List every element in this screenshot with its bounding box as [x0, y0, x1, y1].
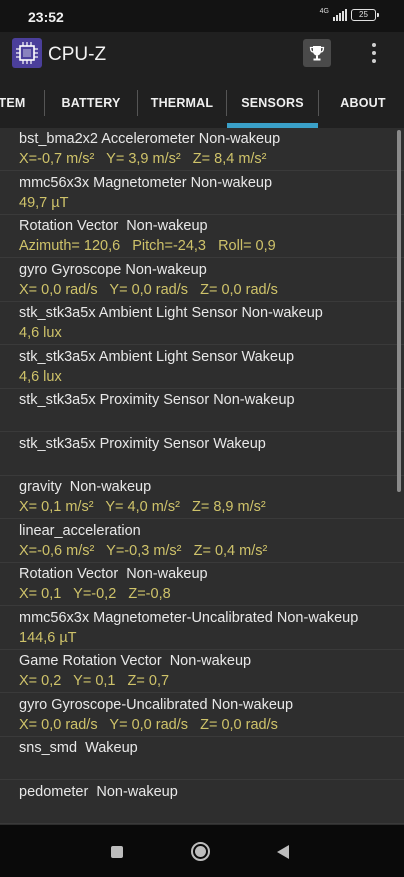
sensor-name: Rotation Vector Non-wakeup	[19, 566, 208, 582]
sensor-name: gravity Non-wakeup	[19, 479, 152, 495]
sensor-item: gravity Non-wakeup X= 0,1 m/s² Y= 4,0 m/…	[0, 476, 404, 519]
status-bar: 23:52 4G 25	[0, 0, 404, 32]
status-icons: 4G 25	[319, 7, 379, 21]
app-bar: CPU-Z	[0, 32, 404, 78]
sensor-name: sns_smd Wakeup	[19, 740, 138, 756]
sensor-item: pedometer Non-wakeup	[0, 781, 404, 824]
sensor-item: bst_bma2x2 Accelerometer Non-wakeup X=-0…	[0, 128, 404, 171]
tab-thermal[interactable]: THERMAL	[138, 78, 226, 128]
sensor-value: X=-0,7 m/s² Y= 3,9 m/s² Z= 8,4 m/s²	[19, 151, 267, 167]
sensor-name: stk_stk3a5x Proximity Sensor Non-wakeup	[19, 392, 295, 408]
tab-bar: TEM BATTERY THERMAL SENSORS ABOUT	[0, 78, 404, 128]
sensor-item: Game Rotation Vector Non-wakeup X= 0,2 Y…	[0, 650, 404, 693]
tab-about[interactable]: ABOUT	[319, 78, 404, 128]
sensor-item: stk_stk3a5x Proximity Sensor Non-wakeup	[0, 389, 404, 432]
sensor-name: mmc56x3x Magnetometer-Uncalibrated Non-w…	[19, 609, 359, 626]
sensor-name: stk_stk3a5x Ambient Light Sensor Wakeup	[19, 348, 295, 365]
sensor-value: Azimuth= 120,6 Pitch=-24,3 Roll= 0,9	[19, 238, 276, 254]
sensor-name: pedometer Non-wakeup	[19, 783, 178, 800]
sensor-item: sns_smd Wakeup	[0, 737, 404, 780]
sensor-value: X= 0,1 m/s² Y= 4,0 m/s² Z= 8,9 m/s²	[19, 499, 266, 515]
sensor-value: X= 0,0 rad/s Y= 0,0 rad/s Z= 0,0 rad/s	[19, 716, 278, 733]
sensor-name: stk_stk3a5x Proximity Sensor Wakeup	[19, 435, 266, 452]
battery-level: 25	[359, 10, 368, 19]
trophy-icon	[309, 46, 325, 61]
sensor-item: stk_stk3a5x Ambient Light Sensor Non-wak…	[0, 302, 404, 345]
tab-battery[interactable]: BATTERY	[45, 78, 137, 128]
overflow-menu-icon[interactable]	[362, 39, 386, 67]
sensor-item: mmc56x3x Magnetometer Non-wakeup 49,7 µT	[0, 172, 404, 215]
sensor-item: mmc56x3x Magnetometer-Uncalibrated Non-w…	[0, 607, 404, 650]
sensor-name: Rotation Vector Non-wakeup	[19, 218, 208, 234]
sensor-item: linear_acceleration X=-0,6 m/s² Y=-0,3 m…	[0, 520, 404, 563]
sensor-item: Rotation Vector Non-wakeup X= 0,1 Y=-0,2…	[0, 563, 404, 606]
sensor-name: bst_bma2x2 Accelerometer Non-wakeup	[19, 131, 281, 147]
network-type: 4G	[319, 7, 329, 15]
sensor-name: gyro Gyroscope-Uncalibrated Non-wakeup	[19, 696, 294, 713]
sensor-name: linear_acceleration	[19, 522, 141, 539]
battery-icon: 25	[351, 9, 379, 21]
signal-icon	[333, 9, 347, 21]
sensor-value: 144,6 µT	[19, 629, 77, 646]
sensor-value: 49,7 µT	[19, 194, 69, 211]
app-title: CPU-Z	[48, 44, 107, 65]
status-time: 23:52	[28, 9, 64, 25]
tab-sensors[interactable]: SENSORS	[227, 78, 318, 128]
sensor-value: X=-0,6 m/s² Y=-0,3 m/s² Z= 0,4 m/s²	[19, 542, 268, 559]
sensor-item: Rotation Vector Non-wakeup Azimuth= 120,…	[0, 215, 404, 258]
nav-home-icon[interactable]	[191, 842, 210, 861]
sensor-name: Game Rotation Vector Non-wakeup	[19, 653, 252, 669]
sensor-value: 4,6 lux	[19, 368, 62, 385]
sensor-value: 4,6 lux	[19, 325, 62, 341]
nav-back-icon[interactable]	[277, 845, 289, 859]
sensor-item: gyro Gyroscope-Uncalibrated Non-wakeup X…	[0, 694, 404, 737]
sensor-item: stk_stk3a5x Proximity Sensor Wakeup	[0, 433, 404, 476]
nav-recents-icon[interactable]	[111, 846, 123, 858]
trophy-button[interactable]	[303, 39, 331, 67]
sensor-value: X= 0,1 Y=-0,2 Z=-0,8	[19, 586, 171, 602]
sensor-item: stk_stk3a5x Ambient Light Sensor Wakeup …	[0, 346, 404, 389]
navigation-bar	[0, 825, 404, 877]
sensor-value: X= 0,2 Y= 0,1 Z= 0,7	[19, 673, 170, 689]
tab-system[interactable]: TEM	[0, 78, 32, 128]
sensor-value: X= 0,0 rad/s Y= 0,0 rad/s Z= 0,0 rad/s	[19, 281, 278, 298]
sensor-item: gyro Gyroscope Non-wakeup X= 0,0 rad/s Y…	[0, 259, 404, 302]
sensor-name: gyro Gyroscope Non-wakeup	[19, 261, 207, 278]
sensor-list[interactable]: bst_bma2x2 Accelerometer Non-wakeup X=-0…	[0, 128, 404, 825]
sensor-name: stk_stk3a5x Ambient Light Sensor Non-wak…	[19, 305, 323, 321]
scrollbar-thumb[interactable]	[397, 130, 401, 492]
sensor-name: mmc56x3x Magnetometer Non-wakeup	[19, 174, 273, 191]
cpu-chip-icon	[12, 38, 42, 68]
